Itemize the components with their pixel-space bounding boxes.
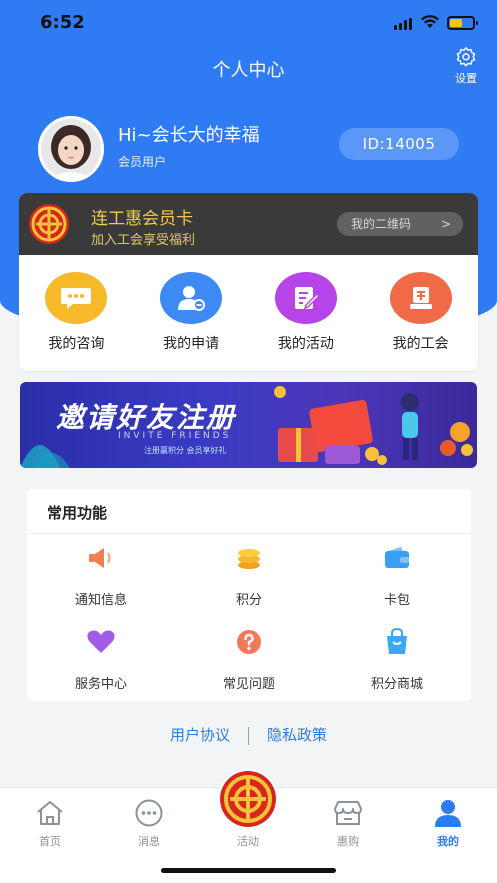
megaphone-icon (27, 541, 175, 575)
common-functions-title: 常用功能 (47, 504, 108, 522)
my-qrcode-button[interactable]: 我的二维码 > (337, 212, 463, 236)
user-apply-icon (160, 272, 223, 324)
settings-label: 设置 (455, 72, 477, 85)
divider (27, 533, 471, 534)
tab-shopping[interactable]: 惠购 (318, 798, 378, 849)
message-icon (119, 798, 179, 828)
wifi-icon (421, 15, 439, 28)
tab-messages[interactable]: 消息 (119, 798, 179, 849)
quick-action-union[interactable]: 我的工会 (363, 255, 478, 371)
union-book-icon (389, 272, 452, 324)
footer-links: 用户协议 隐私政策 (0, 724, 497, 745)
function-label: 常见问题 (222, 677, 275, 692)
quick-action-activity[interactable]: 我的活动 (249, 255, 364, 371)
member-card-header[interactable]: 连工惠会员卡 加入工会享受福利 我的二维码 > (19, 193, 478, 255)
function-points-mall[interactable]: 积分商城 (323, 625, 471, 697)
shopping-bag-icon (323, 625, 471, 659)
quick-action-label: 我的活动 (277, 336, 334, 352)
quick-actions: 我的咨询 我的申请 我的活动 我的工会 (19, 255, 478, 371)
gear-icon (456, 47, 476, 67)
function-label: 积分商城 (370, 677, 423, 692)
home-indicator (161, 868, 336, 873)
function-label: 服务中心 (74, 677, 127, 692)
tab-label: 我的 (437, 835, 459, 848)
tab-label: 活动 (237, 835, 259, 848)
quick-action-label: 我的咨询 (48, 336, 105, 352)
function-notice[interactable]: 通知信息 (27, 541, 175, 613)
member-card: 连工惠会员卡 加入工会享受福利 我的二维码 > 我的咨询 我的申请 我的活动 我… (19, 193, 478, 371)
tab-home[interactable]: 首页 (20, 798, 80, 849)
user-id-badge: ID:14005 (339, 128, 459, 160)
settings-button[interactable]: 设置 (445, 46, 487, 86)
function-service-center[interactable]: 服务中心 (27, 625, 175, 697)
user-role: 会员用户 (118, 155, 167, 169)
banner-title: 邀请好友注册 (56, 401, 237, 434)
divider (248, 726, 249, 745)
battery-icon (447, 16, 478, 30)
member-card-subtitle: 加入工会享受福利 (91, 233, 196, 248)
user-agreement-link[interactable]: 用户协议 (170, 726, 230, 744)
function-label: 通知信息 (74, 593, 127, 608)
tab-mine[interactable]: 我的 (418, 798, 478, 849)
page-title: 个人中心 (212, 60, 285, 81)
tab-label: 惠购 (337, 835, 359, 848)
profile-icon (418, 798, 478, 828)
chat-bubble-icon (45, 272, 108, 324)
wallet-icon (323, 541, 471, 575)
edit-note-icon (274, 272, 337, 324)
common-functions-panel: 常用功能 通知信息 积分 卡包 服务中心 常见问题 积分商城 (27, 489, 471, 701)
my-qrcode-label: 我的二维码 (351, 217, 412, 231)
banner-subtitle: INVITE FRIENDS (118, 431, 232, 441)
privacy-policy-link[interactable]: 隐私政策 (267, 726, 327, 744)
home-icon (20, 798, 80, 828)
chevron-right-icon: > (440, 217, 451, 231)
invite-friends-banner[interactable]: 邀请好友注册 INVITE FRIENDS 注册赢积分 会员享好礼 (20, 382, 477, 468)
status-bar: 6:52 (0, 0, 497, 48)
tab-label: 消息 (138, 835, 160, 848)
quick-action-label: 我的申请 (163, 336, 220, 352)
function-faq[interactable]: 常见问题 (175, 625, 323, 697)
question-icon (175, 625, 323, 659)
store-icon (318, 798, 378, 828)
quick-action-consult[interactable]: 我的咨询 (19, 255, 134, 371)
user-greeting: Hi~会长大的幸福 (118, 125, 260, 146)
quick-action-label: 我的工会 (392, 336, 449, 352)
signal-icon (394, 18, 412, 30)
status-time: 6:52 (40, 12, 85, 33)
banner-note: 注册赢积分 会员享好礼 (144, 446, 227, 455)
function-wallet[interactable]: 卡包 (323, 541, 471, 613)
function-label: 积分 (235, 593, 262, 608)
quick-action-apply[interactable]: 我的申请 (134, 255, 249, 371)
activity-center-button[interactable] (218, 769, 278, 829)
function-label: 卡包 (383, 593, 410, 608)
tab-label: 首页 (39, 835, 61, 848)
member-card-title: 连工惠会员卡 (91, 209, 193, 229)
heart-icon (27, 625, 175, 659)
union-logo-icon (220, 771, 276, 827)
avatar[interactable] (38, 116, 104, 182)
union-logo-icon (29, 204, 69, 244)
coins-icon (175, 541, 323, 575)
function-points[interactable]: 积分 (175, 541, 323, 613)
